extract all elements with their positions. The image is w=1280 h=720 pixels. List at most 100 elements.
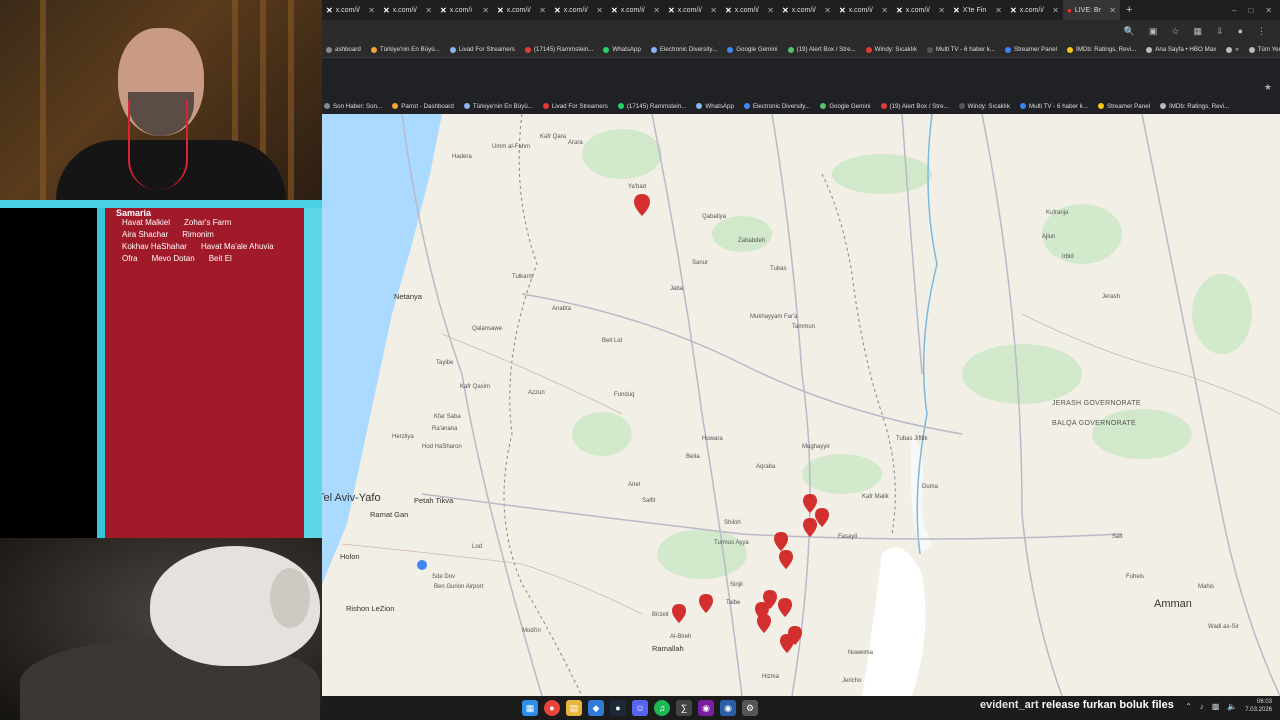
close-icon[interactable]: ✕	[881, 6, 888, 15]
bookmark-item[interactable]: IMDb: Ratings, Revi...	[1160, 103, 1229, 110]
browser-tab[interactable]: ✕ x.com/i/✕	[493, 0, 550, 20]
map-label: Jaba	[670, 286, 684, 292]
profile-icon[interactable]: ●	[1238, 26, 1243, 36]
browser-tab[interactable]: ● LIVE: Br ✕	[1063, 0, 1120, 20]
steam-icon[interactable]: ●	[610, 700, 626, 716]
map-label: Ben Gurion Airport	[434, 584, 484, 590]
bookmark-item[interactable]: Electronic Diversity...	[743, 103, 810, 110]
map-view[interactable]: Tel Aviv-Yafo Amman Netanya Petah Tikva Rama…	[322, 114, 1280, 696]
downloads-icon[interactable]: ⇩	[1216, 26, 1224, 37]
close-icon[interactable]: ✕	[425, 6, 432, 15]
bookmark-item[interactable]: Türkiye'nin En Büyü...	[370, 46, 440, 53]
browser-tab[interactable]: ✕ x.com/i/✕	[1006, 0, 1063, 20]
bookmark-label: Livad For Streamers	[551, 102, 608, 110]
bookmark-item[interactable]: Livad For Streamers	[542, 102, 608, 110]
bookmark-item[interactable]: (19) Alert Box / Stre...	[880, 103, 949, 110]
panel-row: Kokhav HaShahar Havat Ma'ale Ahuvia	[122, 242, 274, 251]
bookmark-item[interactable]: (17145) Rammstein...	[617, 102, 687, 110]
bookmark-item[interactable]: Streamer Panel	[1098, 103, 1150, 110]
bookmark-item[interactable]: WhatsApp	[603, 46, 641, 53]
bookmark-item[interactable]: Windy: Sıcaklık	[958, 103, 1010, 110]
panel-row: Ofra Mevo Dotan Beit El	[122, 254, 232, 263]
windows-start-icon[interactable]: ▦	[522, 700, 538, 716]
settings-icon[interactable]: ⚙	[742, 700, 758, 716]
cast-icon[interactable]: ▣	[1149, 26, 1158, 37]
close-icon[interactable]: ✕	[482, 6, 489, 15]
close-icon[interactable]: ✕	[539, 6, 546, 15]
map-label: Kafr Malik	[862, 494, 889, 500]
browser-tab[interactable]: ✕ x.com/i/✕	[721, 0, 778, 20]
map-label: Huwara	[702, 436, 723, 442]
bookmark-item[interactable]: Livad For Streamers	[449, 46, 515, 53]
close-icon[interactable]: ✕	[710, 6, 717, 15]
new-tab-button[interactable]: +	[1120, 4, 1138, 16]
chrome-icon[interactable]: ●	[544, 700, 560, 716]
bookmark-item[interactable]: Electronic Diversity...	[650, 46, 717, 53]
discord-icon[interactable]: ☺	[632, 700, 648, 716]
volume-icon[interactable]: 🔈	[1227, 702, 1237, 711]
bookmark-item[interactable]: »	[1226, 46, 1239, 53]
close-icon[interactable]: ✕	[995, 6, 1002, 15]
bookmark-item[interactable]: Multi TV - 6 haber k...	[1019, 103, 1088, 110]
clock[interactable]: 06:03 7.03.2026	[1245, 698, 1272, 714]
extensions-icon[interactable]: ▦	[1194, 26, 1203, 37]
close-icon[interactable]: ✕	[824, 6, 831, 15]
browser-tab[interactable]: ✕ X'te Fin ✕	[949, 0, 1006, 20]
bookmark-star-icon[interactable]: ☆	[1171, 26, 1179, 37]
tab-label: x.com/i/	[905, 6, 930, 14]
close-icon[interactable]: ✕	[368, 6, 375, 15]
bookmark-item[interactable]: Google Gemini	[727, 46, 778, 53]
bookmark-item[interactable]: Parrot - Dashboard	[392, 103, 454, 110]
browser-tab[interactable]: ✕ x.com/i/✕	[835, 0, 892, 20]
browser-tab[interactable]: ✕ x.com/i ✕	[436, 0, 493, 20]
obs-icon[interactable]: ◉	[698, 700, 714, 716]
bookmark-item[interactable]: Multi TV - 6 haber k...	[926, 46, 995, 53]
bookmark-item[interactable]: Son Haber: Son...	[324, 103, 382, 110]
map-label: Azzun	[528, 390, 545, 396]
close-icon[interactable]: ✕	[653, 6, 660, 15]
browser-tab[interactable]: ✕ x.com/i/✕	[664, 0, 721, 20]
bookmark-item[interactable]: Windy: Sıcaklık	[865, 46, 917, 53]
browser-icon[interactable]: ◉	[720, 700, 736, 716]
zoom-icon[interactable]: 🔍	[1124, 26, 1135, 37]
menu-icon[interactable]: ⋮	[1257, 26, 1266, 37]
close-icon[interactable]: ✕	[938, 6, 945, 15]
browser-tab[interactable]: ✕ x.com/i/✕	[607, 0, 664, 20]
close-icon[interactable]: ✕	[1109, 6, 1116, 15]
maximize-icon[interactable]: □	[1248, 6, 1253, 15]
bookmark-item[interactable]: ashboard	[326, 46, 361, 53]
browser-tab[interactable]: ✕ x.com/i/✕	[322, 0, 379, 20]
close-icon[interactable]: ✕	[767, 6, 774, 15]
spotify-icon[interactable]: ♫	[654, 700, 670, 716]
minimize-icon[interactable]: –	[1232, 6, 1236, 15]
bookmark-item[interactable]: (19) Alert Box / Stre...	[787, 46, 856, 53]
bookmark-item[interactable]: WhatsApp	[696, 103, 734, 110]
bookmark-item[interactable]: (17145) Rammstein...	[524, 46, 593, 53]
bookmark-favicon-icon	[1160, 103, 1167, 109]
file-explorer-icon[interactable]: ▤	[566, 700, 582, 716]
app-icon[interactable]: ◆	[588, 700, 604, 716]
bookmark-item[interactable]: Google Gemini	[820, 103, 871, 110]
mic-icon[interactable]: ♪	[1200, 702, 1204, 711]
bookmark-item[interactable]: Streamer Panel	[1005, 46, 1057, 53]
bookmark-item[interactable]: Tüm Yer İşaretleri	[1248, 46, 1280, 53]
browser-tab[interactable]: ✕ x.com/i/✕	[379, 0, 436, 20]
network-icon[interactable]: ▩	[1212, 702, 1220, 711]
browser-tab[interactable]: ✕ x.com/i/✕	[778, 0, 835, 20]
browser-tab[interactable]: ✕ x.com/i/✕	[550, 0, 607, 20]
bookmark-label: (17145) Rammstein...	[626, 102, 687, 110]
chevron-up-icon[interactable]: ⌃	[1185, 702, 1192, 711]
close-icon[interactable]: ✕	[1052, 6, 1059, 15]
map-label: Lod	[472, 544, 483, 550]
bookmark-item[interactable]: IMDb: Ratings, Revi...	[1067, 46, 1136, 53]
tab-label: LIVE: Br	[1074, 6, 1101, 14]
calculator-icon[interactable]: ∑	[676, 700, 692, 716]
bookmark-item[interactable]: Türkiye'nin En Büyü...	[463, 103, 533, 110]
star-icon[interactable]: ★	[1264, 82, 1272, 93]
close-window-icon[interactable]: ✕	[1265, 6, 1272, 15]
bookmark-item[interactable]: Ana Sayfa • HBO Max	[1146, 46, 1216, 53]
close-icon[interactable]: ✕	[596, 6, 603, 15]
browser-tab[interactable]: ✕ x.com/i/✕	[892, 0, 949, 20]
map-pin	[803, 494, 817, 513]
map-label: Kufranja	[1046, 210, 1069, 216]
